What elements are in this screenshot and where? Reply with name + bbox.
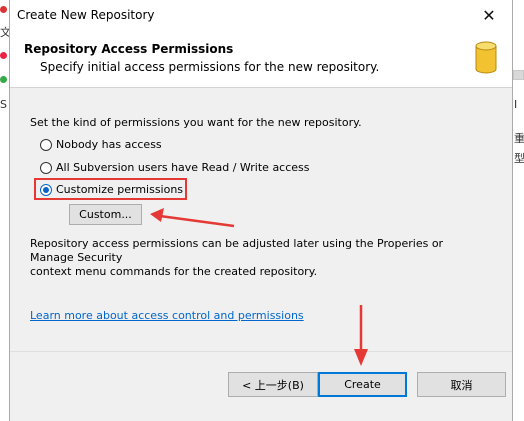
create-repository-dialog: Create New Repository ✕ Repository Acces… [9,0,513,421]
background-text: I [514,98,518,111]
back-button[interactable]: < 上一步(B) [228,372,318,397]
background-text: S [0,98,7,111]
cancel-button[interactable]: 取消 [417,372,506,397]
background-text: 型 [514,152,524,165]
permissions-panel: Set the kind of permissions you want for… [10,88,512,346]
background-text: 重 [514,132,524,145]
title-bar: Create New Repository ✕ [10,0,512,31]
radio-nobody[interactable]: Nobody has access [40,138,162,151]
database-icon [475,41,497,74]
app-dot-icon [0,52,7,59]
close-button[interactable]: ✕ [466,0,512,31]
wizard-header: Repository Access Permissions Specify in… [10,31,512,88]
window-title: Create New Repository [17,8,155,22]
app-dot-icon [0,76,7,83]
create-button[interactable]: Create [318,372,407,397]
background-app-right: I 重 型 [513,0,524,421]
intro-text: Set the kind of permissions you want for… [30,116,362,129]
radio-label: All Subversion users have Read / Write a… [56,161,310,174]
footer-divider [10,351,512,352]
custom-permissions-button[interactable]: Custom... [69,204,142,225]
radio-circle[interactable] [40,161,52,174]
background-scrollbar [513,70,524,80]
info-note-line: Repository access permissions can be adj… [30,237,444,264]
page-title: Repository Access Permissions [24,42,234,56]
app-dot-icon [0,6,7,13]
radio-label: Nobody has access [56,138,162,151]
annotation-highlight-box [34,178,187,200]
radio-all-users[interactable]: All Subversion users have Read / Write a… [40,161,310,174]
radio-circle[interactable] [40,138,52,151]
info-note: Repository access permissions can be adj… [30,237,490,279]
close-icon: ✕ [482,6,496,25]
learn-more-link[interactable]: Learn more about access control and perm… [30,309,304,322]
page-subtitle: Specify initial access permissions for t… [40,60,380,74]
info-note-line: context menu commands for the created re… [30,265,318,278]
